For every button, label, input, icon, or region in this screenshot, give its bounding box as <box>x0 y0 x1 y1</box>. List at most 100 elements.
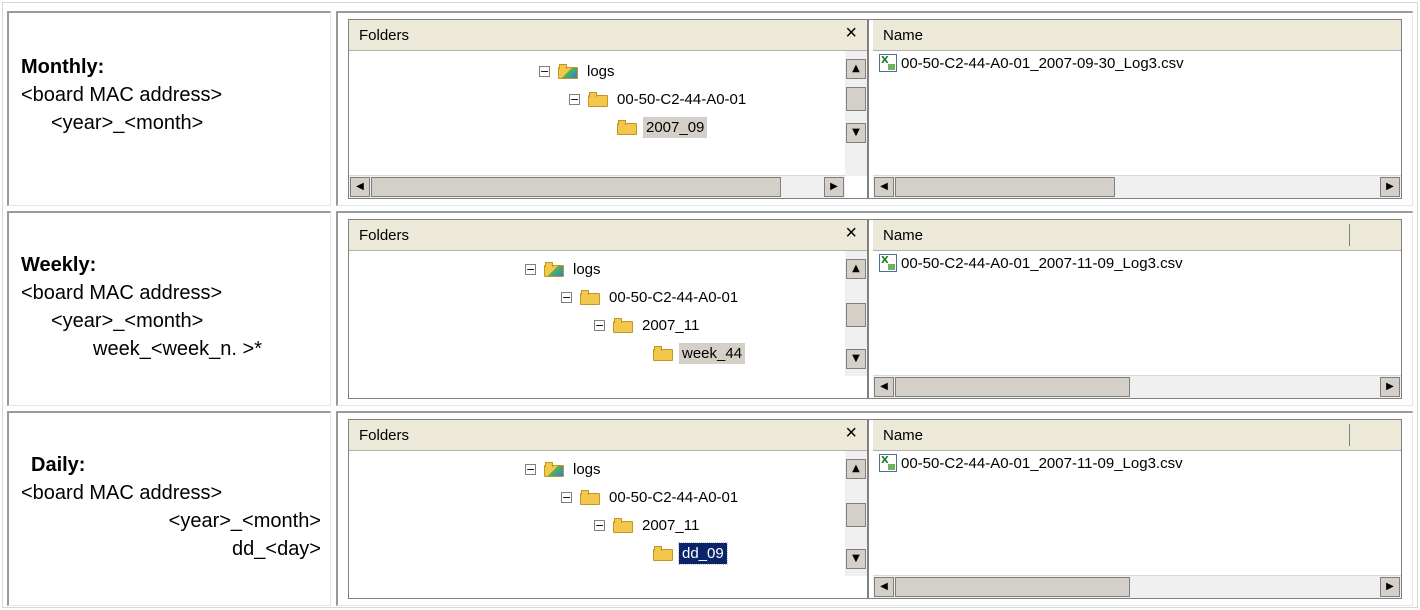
description-line: <board MAC address> <box>21 81 321 109</box>
scroll-thumb[interactable] <box>371 177 781 197</box>
scroll-left-icon[interactable]: ◀ <box>350 177 370 197</box>
horizontal-scrollbar[interactable]: ◀ ▶ <box>873 175 1401 198</box>
tree-node-label: logs <box>587 62 615 80</box>
tree-node-mac[interactable]: − 00-50-C2-44-A0-01 <box>561 285 741 309</box>
scroll-thumb[interactable] <box>895 577 1130 597</box>
collapse-icon[interactable]: − <box>569 93 580 105</box>
scroll-up-icon[interactable]: ▲ <box>846 459 866 479</box>
scroll-up-icon[interactable]: ▲ <box>846 259 866 279</box>
description-line: week_<week_n. >* <box>93 338 263 360</box>
close-icon[interactable]: × <box>845 422 857 445</box>
tree-node-month[interactable]: − 2007_11 <box>594 513 702 537</box>
folder-tree: − logs − 00-50-C2-44-A0-01 2007_09 <box>349 51 845 176</box>
vertical-scrollbar[interactable]: ▲ ▼ <box>845 451 867 576</box>
horizontal-scrollbar[interactable]: ◀ ▶ <box>349 175 845 198</box>
tree-node-label: 2007_11 <box>642 516 700 534</box>
explorer-window: Folders × − logs − 00-50-C2-44-A0-01 <box>348 219 1402 399</box>
column-header-name[interactable]: Name <box>873 420 1401 451</box>
column-separator[interactable] <box>1349 224 1350 246</box>
tree-node-logs[interactable]: − logs <box>525 257 604 281</box>
file-item[interactable]: 00-50-C2-44-A0-01_2007-09-30_Log3.csv <box>879 54 1184 72</box>
shared-folder-icon <box>544 261 564 277</box>
collapse-icon[interactable]: − <box>561 291 572 303</box>
close-icon[interactable]: × <box>845 22 857 45</box>
scroll-up-icon[interactable]: ▲ <box>846 59 866 79</box>
description-line: <year>_<month> <box>168 510 321 532</box>
collapse-icon[interactable]: − <box>594 519 605 531</box>
tree-node-month[interactable]: 2007_09 <box>617 115 708 139</box>
folders-header: Folders × <box>349 220 867 251</box>
description: Weekly: <board MAC address> <year>_<mont… <box>21 251 321 363</box>
folders-title: Folders <box>359 27 410 44</box>
scroll-left-icon[interactable]: ◀ <box>874 377 894 397</box>
scroll-thumb[interactable] <box>895 177 1115 197</box>
scroll-thumb[interactable] <box>846 87 866 111</box>
tree-node-label: 00-50-C2-44-A0-01 <box>609 488 739 506</box>
horizontal-scrollbar[interactable]: ◀ ▶ <box>873 575 1401 598</box>
screenshot-cell: Folders × − logs − 00-50-C2-44-A0-01 <box>336 411 1413 606</box>
file-name: 00-50-C2-44-A0-01_2007-09-30_Log3.csv <box>901 54 1184 72</box>
scroll-right-icon[interactable]: ▶ <box>1380 577 1400 597</box>
folder-icon <box>653 345 673 361</box>
description-cell: Daily: <board MAC address> <year>_<month… <box>7 411 331 606</box>
tree-node-label: week_44 <box>679 342 746 364</box>
tree-node-day[interactable]: dd_09 <box>653 541 728 565</box>
column-header-name[interactable]: Name <box>873 20 1401 51</box>
tree-node-mac[interactable]: − 00-50-C2-44-A0-01 <box>561 485 741 509</box>
description: Daily: <board MAC address> <year>_<month… <box>21 451 321 563</box>
folders-header: Folders × <box>349 20 867 51</box>
tree-node-label: 00-50-C2-44-A0-01 <box>609 288 739 306</box>
folders-header: Folders × <box>349 420 867 451</box>
tree-node-month[interactable]: − 2007_11 <box>594 313 702 337</box>
scroll-right-icon[interactable]: ▶ <box>824 177 844 197</box>
mode-label: Daily: <box>31 454 86 476</box>
collapse-icon[interactable]: − <box>594 319 605 331</box>
scroll-down-icon[interactable]: ▼ <box>846 549 866 569</box>
file-name: 00-50-C2-44-A0-01_2007-11-09_Log3.csv <box>901 454 1183 472</box>
folders-pane: Folders × − logs − 00-50-C2-44-A0-01 <box>349 420 869 598</box>
description-line: <year>_<month> <box>51 310 204 332</box>
tree-node-label: 2007_11 <box>642 316 700 334</box>
screenshot-cell: Folders × − logs − 00-50-C2-44-A0-01 <box>336 211 1413 406</box>
tree-node-logs[interactable]: − logs <box>539 59 618 83</box>
folders-pane: Folders × − logs − 00-50-C2-44-A0-01 <box>349 20 869 198</box>
scroll-left-icon[interactable]: ◀ <box>874 177 894 197</box>
scroll-right-icon[interactable]: ▶ <box>1380 377 1400 397</box>
collapse-icon[interactable]: − <box>525 263 536 275</box>
column-separator[interactable] <box>1349 424 1350 446</box>
tree-node-mac[interactable]: − 00-50-C2-44-A0-01 <box>569 87 749 111</box>
horizontal-scrollbar[interactable]: ◀ ▶ <box>873 375 1401 398</box>
folder-icon <box>613 317 633 333</box>
vertical-scrollbar[interactable]: ▲ ▼ <box>845 51 867 176</box>
column-header-name[interactable]: Name <box>873 220 1401 251</box>
collapse-icon[interactable]: − <box>539 65 550 77</box>
file-item[interactable]: 00-50-C2-44-A0-01_2007-11-09_Log3.csv <box>879 454 1183 472</box>
folders-title: Folders <box>359 427 410 444</box>
description-line: dd_<day> <box>232 538 321 560</box>
scroll-down-icon[interactable]: ▼ <box>846 123 866 143</box>
tree-node-label: 2007_09 <box>643 116 708 138</box>
scroll-right-icon[interactable]: ▶ <box>1380 177 1400 197</box>
file-list-pane: Name 00-50-C2-44-A0-01_2007-11-09_Log3.c… <box>873 220 1401 398</box>
scroll-down-icon[interactable]: ▼ <box>846 349 866 369</box>
folder-icon <box>580 489 600 505</box>
tree-node-logs[interactable]: − logs <box>525 457 604 481</box>
scroll-thumb[interactable] <box>895 377 1130 397</box>
explorer-window: Folders × − logs − 00-50-C2-44-A0-01 <box>348 19 1402 199</box>
collapse-icon[interactable]: − <box>561 491 572 503</box>
file-item[interactable]: 00-50-C2-44-A0-01_2007-11-09_Log3.csv <box>879 254 1183 272</box>
scroll-left-icon[interactable]: ◀ <box>874 577 894 597</box>
scroll-thumb[interactable] <box>846 503 866 527</box>
tree-node-label: logs <box>573 460 601 478</box>
close-icon[interactable]: × <box>845 222 857 245</box>
collapse-icon[interactable]: − <box>525 463 536 475</box>
folder-tree: − logs − 00-50-C2-44-A0-01 − 2007 <box>349 451 845 576</box>
tree-node-week[interactable]: week_44 <box>653 341 746 365</box>
mode-label: Monthly: <box>21 56 105 78</box>
column-title: Name <box>883 427 924 444</box>
scroll-thumb[interactable] <box>846 303 866 327</box>
folder-icon <box>580 289 600 305</box>
folder-icon <box>588 91 608 107</box>
description-line: <year>_<month> <box>51 112 204 134</box>
vertical-scrollbar[interactable]: ▲ ▼ <box>845 251 867 376</box>
